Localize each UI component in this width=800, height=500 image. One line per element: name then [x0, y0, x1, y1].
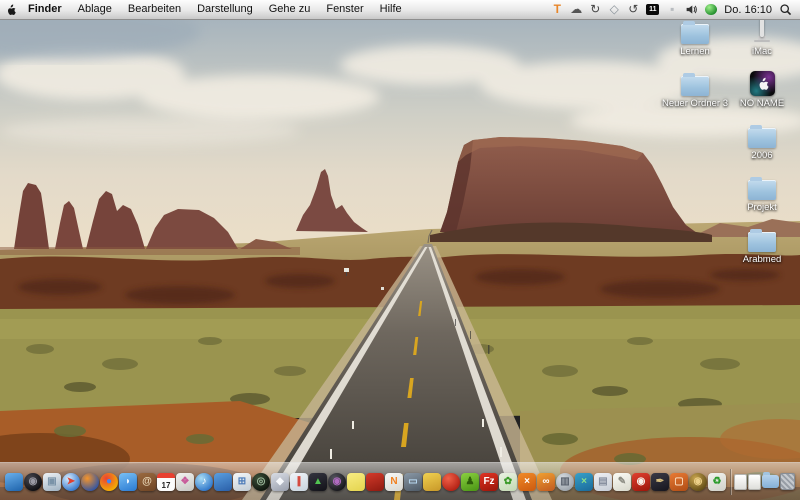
dock-prism-app-icon[interactable]: ▲ — [309, 473, 327, 491]
dock-orange-x-app-icon[interactable]: × — [518, 473, 536, 491]
menu-finder[interactable]: Finder — [20, 0, 70, 19]
dock-gold-dial-app-icon[interactable]: ◉ — [689, 473, 707, 491]
dock-camera-lens-app-icon[interactable]: ◉ — [328, 473, 346, 491]
dock-green-pawn-app-icon[interactable]: ♟ — [461, 473, 479, 491]
apple-menu-icon[interactable] — [0, 2, 20, 17]
desktop-icon-arabmed[interactable]: Arabmed — [727, 224, 797, 265]
cloud-sync-icon[interactable]: ☁ — [570, 0, 582, 19]
dock-itunes-icon[interactable]: ♪ — [195, 473, 213, 491]
dock-dvd-player-icon[interactable]: ◎ — [252, 473, 270, 491]
dock-bank-app-icon[interactable]: ▥ — [556, 473, 574, 491]
dock-document-stack-2-icon[interactable] — [748, 474, 761, 490]
folder-icon — [660, 16, 730, 44]
dock-dashboard-icon[interactable]: ◉ — [24, 473, 42, 491]
black-apple-drive-icon — [727, 68, 797, 96]
menu-bar-clock[interactable]: Do. 16:10 — [724, 4, 772, 16]
sync-arrows-icon[interactable]: ↻ — [589, 0, 601, 19]
dock-ink-pen-app-icon[interactable]: ✒ — [651, 473, 669, 491]
dock-pushpin-app-icon[interactable]: ◉ — [632, 473, 650, 491]
desktop-icon-label: Lernen — [660, 46, 730, 57]
dock-coda-icon[interactable]: ✿ — [499, 473, 517, 491]
dock-camera-screen-app-icon[interactable]: ▢ — [670, 473, 688, 491]
dock-trash-icon[interactable] — [780, 473, 795, 490]
dock-cards-app-icon[interactable]: ▤ — [594, 473, 612, 491]
folder-icon — [660, 68, 730, 96]
dock-stickies-icon[interactable] — [347, 473, 365, 491]
dock-butterfly-app-icon[interactable]: ∞ — [537, 473, 555, 491]
dock-finder-icon[interactable] — [5, 473, 23, 491]
menu-fenster[interactable]: Fenster — [318, 0, 371, 19]
menu-bar: FinderAblageBearbeitenDarstellungGehe zu… — [0, 0, 800, 20]
computer-icon — [727, 16, 797, 44]
desktop-icon-label: 2006 — [727, 150, 797, 161]
dock-neooffice-icon[interactable]: N — [385, 473, 403, 491]
dock-preview-icon[interactable]: ▣ — [43, 473, 61, 491]
dock-filezilla-icon[interactable]: Fz — [480, 473, 498, 491]
dock-safari-icon[interactable]: ➤ — [62, 473, 80, 491]
dock-red-ball-app-icon[interactable] — [442, 473, 460, 491]
bluetooth-icon[interactable]: ▪ — [666, 0, 678, 19]
dock-chrome-icon[interactable]: ● — [100, 473, 118, 491]
folder-icon — [727, 172, 797, 200]
spotlight-icon[interactable] — [779, 3, 792, 16]
folder-icon — [727, 120, 797, 148]
dock-gem-app-icon[interactable]: ◆ — [271, 473, 289, 491]
dock: ◉▣➤●◗@17❖♪⊞◎◆∥▲◉N▭♟Fz✿×∞▥×▤✎◉✒▢◉♻ — [0, 462, 800, 500]
menu-bar-status-area: T ☁ ↻ ◇ ↺ 11 ▪ Do. 16:10 — [551, 0, 800, 19]
menu-darstellung[interactable]: Darstellung — [189, 0, 261, 19]
time-machine-icon[interactable]: ↺ — [627, 0, 639, 19]
desktop-icon-neuer-ordner-3[interactable]: Neuer Ordner 3 — [660, 68, 730, 109]
airport-diamond-icon[interactable]: ◇ — [608, 0, 620, 19]
textexpander-icon[interactable]: T — [551, 0, 563, 19]
dock-sync-app-icon[interactable]: ♻ — [708, 473, 726, 491]
desktop-icon-lernen[interactable]: Lernen — [660, 16, 730, 57]
volume-icon[interactable] — [685, 3, 698, 16]
menu-hilfe[interactable]: Hilfe — [372, 0, 410, 19]
dock-red-book-app-icon[interactable] — [366, 473, 384, 491]
desktop-icon-2006[interactable]: 2006 — [727, 120, 797, 161]
dock-ichat-icon[interactable]: ◗ — [119, 473, 137, 491]
folder-icon — [727, 224, 797, 252]
network-status-icon[interactable] — [705, 4, 717, 15]
desktop-screen: FinderAblageBearbeitenDarstellungGehe zu… — [0, 0, 800, 500]
dock-address-book-icon[interactable]: @ — [138, 473, 156, 491]
dock-display-app-icon[interactable]: ▭ — [404, 473, 422, 491]
menu-ablage[interactable]: Ablage — [70, 0, 120, 19]
dock-tools-x-app-icon[interactable]: × — [575, 473, 593, 491]
dock-iphoto-icon[interactable]: ❖ — [176, 473, 194, 491]
dock-blue-app-icon[interactable] — [214, 473, 232, 491]
dock-document-stack-1-icon[interactable] — [734, 474, 747, 490]
menu-gehe-zu[interactable]: Gehe zu — [261, 0, 319, 19]
desktop-icon-imac[interactable]: iMac — [727, 16, 797, 57]
dock-comic-app-icon[interactable] — [423, 473, 441, 491]
desktop-icon-label: NO NAME — [727, 98, 797, 109]
menu-bearbeiten[interactable]: Bearbeiten — [120, 0, 189, 19]
keyboard-layout-icon[interactable]: 11 — [646, 4, 659, 15]
desktop-icon-no-name[interactable]: NO NAME — [727, 68, 797, 109]
desktop-icon-label: Projekt — [727, 202, 797, 213]
menu-items: FinderAblageBearbeitenDarstellungGehe zu… — [20, 0, 410, 19]
desktop-icon-projekt[interactable]: Projekt — [727, 172, 797, 213]
status-icons: T ☁ ↻ ◇ ↺ 11 ▪ — [551, 0, 717, 19]
desktop-icon-label: Arabmed — [727, 254, 797, 265]
dock-ical-icon[interactable]: 17 — [157, 473, 175, 491]
dock-textedit-icon[interactable]: ✎ — [613, 473, 631, 491]
dock-firefox-icon[interactable] — [81, 473, 99, 491]
dock-folder-stack-icon[interactable] — [762, 475, 779, 488]
dock-grid-app-icon[interactable]: ⊞ — [233, 473, 251, 491]
desktop-icon-label: iMac — [727, 46, 797, 57]
desktop-icon-label: Neuer Ordner 3 — [660, 98, 730, 109]
dock-divider-icon — [730, 469, 731, 495]
dock-parallels-icon[interactable]: ∥ — [290, 473, 308, 491]
